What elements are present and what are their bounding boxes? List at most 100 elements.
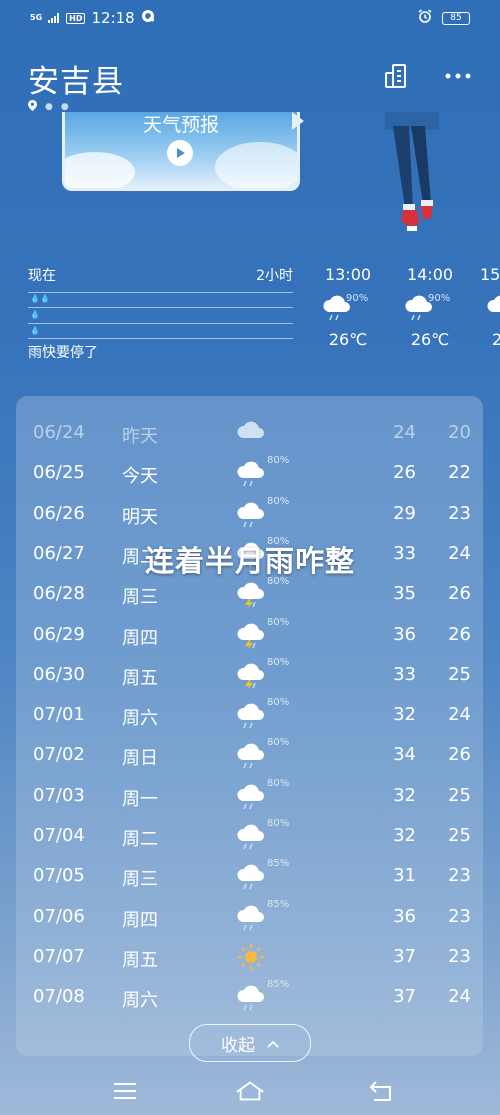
rain-grid-line <box>28 323 293 324</box>
character-illustration <box>383 112 443 242</box>
page-dot: ● <box>45 102 53 112</box>
rain-cloud-icon <box>237 461 264 487</box>
light-rain-icon: 💧 <box>30 326 40 335</box>
overlay-caption: 连着半月雨咋整 <box>144 544 355 578</box>
status-time: 12:18 <box>91 9 135 27</box>
forecast-row[interactable]: 07/07 周五 37 23 <box>16 936 483 976</box>
forecast-precip: 80% <box>267 495 290 507</box>
hour-time: 14:00 <box>406 265 454 284</box>
forecast-precip: 85% <box>267 898 290 910</box>
more-options-icon[interactable] <box>444 62 472 90</box>
forecast-day: 昨天 <box>122 426 158 447</box>
moderate-rain-icon: 💧 <box>30 310 40 319</box>
forecast-day: 周三 <box>122 869 158 891</box>
forecast-row[interactable]: 06/24 昨天 24 20 <box>16 412 483 452</box>
forecast-date: 07/01 <box>33 704 85 726</box>
chevron-up-icon <box>267 1033 279 1053</box>
hour-precip: 90% <box>346 293 369 304</box>
forecast-row[interactable]: 06/25 今天 80% 26 22 <box>16 452 483 492</box>
forecast-day: 周五 <box>122 667 158 689</box>
forecast-low: 20 <box>448 422 471 443</box>
daily-forecast-list[interactable]: 06/24 昨天 24 20 06/25 今天 80% 26 22 06/26 明天 80% 29 23 0… <box>16 396 483 1056</box>
play-icon[interactable] <box>167 140 193 166</box>
forecast-low: 24 <box>448 704 471 726</box>
forecast-day: 周一 <box>122 788 158 810</box>
status-bar: 5G HD 12:18 85 <box>0 0 500 36</box>
hourly-item[interactable]: 13:00 90% 26℃ <box>316 262 380 349</box>
forecast-date: 07/03 <box>33 784 85 806</box>
hour-temp: 26℃ <box>410 330 450 349</box>
forecast-low: 24 <box>448 986 471 1008</box>
hour-temp: 2 <box>492 330 500 349</box>
rain-grid-line <box>28 292 293 293</box>
hour-temp: 26℃ <box>328 330 368 349</box>
speech-bubble-tail <box>292 112 304 130</box>
forecast-row[interactable]: 06/29 周四 80% 36 26 <box>16 614 483 654</box>
forecast-date: 06/24 <box>33 422 85 443</box>
forecast-row[interactable]: 06/26 明天 80% 29 23 <box>16 493 483 533</box>
cloud-decoration <box>65 152 135 188</box>
system-nav-bar <box>0 1066 500 1115</box>
forecast-date: 07/05 <box>33 865 85 887</box>
forecast-low: 23 <box>448 502 471 524</box>
forecast-low: 23 <box>448 905 471 927</box>
forecast-precip: 85% <box>267 979 290 991</box>
forecast-precip: 80% <box>267 455 290 467</box>
rain-cloud-icon <box>237 864 264 890</box>
alarm-icon <box>418 9 432 27</box>
cloudy-icon <box>237 421 264 438</box>
forecast-row[interactable]: 07/04 周二 80% 32 25 <box>16 815 483 855</box>
forecast-precip: 80% <box>267 777 290 789</box>
forecast-row[interactable]: 07/02 周日 80% 34 26 <box>16 734 483 774</box>
forecast-day: 周日 <box>122 748 158 770</box>
forecast-row[interactable]: 07/01 周六 80% 32 24 <box>16 694 483 734</box>
forecast-day: 周六 <box>122 708 158 730</box>
forecast-high: 24 <box>393 422 416 443</box>
video-title: 天气预报 <box>142 114 219 136</box>
forecast-date: 06/26 <box>33 502 85 524</box>
forecast-high: 37 <box>393 986 416 1008</box>
forecast-high: 26 <box>393 462 416 484</box>
forecast-day: 周四 <box>122 909 158 931</box>
hour-time: 15 <box>480 265 500 284</box>
hourly-item[interactable]: 15 2 <box>480 262 500 349</box>
forecast-row[interactable]: 07/06 周四 85% 36 23 <box>16 896 483 936</box>
city-management-icon[interactable] <box>382 62 410 90</box>
collapse-button[interactable]: 收起 <box>189 1024 311 1062</box>
hour-time: 13:00 <box>324 265 372 284</box>
forecast-low: 25 <box>448 784 471 806</box>
rain-cloud-icon <box>237 905 264 930</box>
forecast-low: 23 <box>448 865 471 887</box>
forecast-precip: 80% <box>267 616 290 628</box>
forecast-low: 26 <box>448 744 471 766</box>
weather-video-card[interactable]: 天气预报 <box>62 112 300 191</box>
sun-icon <box>238 943 264 970</box>
forecast-row[interactable]: 06/30 周五 80% 33 25 <box>16 654 483 694</box>
forecast-row[interactable]: 07/05 周三 85% 31 23 <box>16 855 483 895</box>
minute-rain-panel[interactable]: 现在 2小时 💧💧 💧 💧 雨快要停了 <box>28 262 293 362</box>
back-icon[interactable] <box>366 1076 396 1106</box>
forecast-high: 33 <box>393 663 416 685</box>
forecast-date: 07/07 <box>33 945 85 967</box>
forecast-low: 25 <box>448 663 471 685</box>
heavy-rain-icon: 💧💧 <box>30 294 50 303</box>
forecast-day: 今天 <box>122 466 158 488</box>
city-name[interactable]: 安吉县 <box>28 56 124 101</box>
forecast-low: 26 <box>448 623 471 645</box>
hourly-item[interactable]: 14:00 90% 26℃ <box>398 262 462 349</box>
forecast-high: 29 <box>393 502 416 524</box>
forecast-precip: 80% <box>267 697 290 709</box>
home-icon[interactable] <box>235 1076 265 1106</box>
hd-badge: HD <box>66 12 86 24</box>
rain-cloud-icon <box>237 502 264 527</box>
battery-indicator: 85 <box>442 11 470 25</box>
menu-icon[interactable] <box>110 1076 140 1106</box>
forecast-row[interactable]: 07/08 周六 85% 37 24 <box>16 976 483 1016</box>
hour-precip: 90% <box>428 293 451 304</box>
forecast-high: 35 <box>393 583 416 605</box>
forecast-row[interactable]: 07/03 周一 80% 32 25 <box>16 775 483 815</box>
rain-cloud-icon <box>237 784 264 809</box>
location-pin-icon <box>28 100 37 114</box>
forecast-day: 明天 <box>122 506 158 528</box>
collapse-label: 收起 <box>221 1035 255 1056</box>
